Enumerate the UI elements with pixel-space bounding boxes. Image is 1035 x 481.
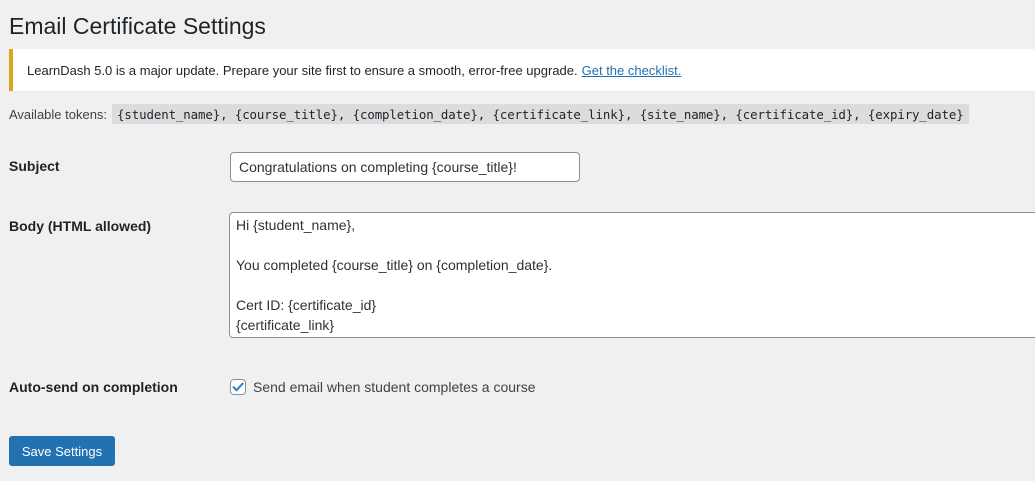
body-textarea[interactable]: Hi {student_name}, You completed {course… — [229, 212, 1035, 338]
token-certificate-id: {certificate_id}, — [735, 107, 861, 122]
checkmark-icon — [232, 382, 244, 392]
tokens-label: Available tokens: — [9, 106, 108, 122]
auto-send-label: Auto-send on completion — [9, 379, 178, 395]
auto-send-checkbox-label[interactable]: Send email when student completes a cour… — [253, 379, 536, 395]
token-certificate-link: {certificate_link}, — [492, 107, 633, 122]
body-label: Body (HTML allowed) — [9, 218, 152, 234]
token-course-title: {course_title}, — [234, 107, 346, 122]
auto-send-checkbox[interactable] — [230, 379, 246, 395]
token-completion-date: {completion_date}, — [352, 107, 486, 122]
update-notice: LearnDash 5.0 is a major update. Prepare… — [9, 49, 1035, 91]
tokens-list: {student_name}, {course_title}, {complet… — [112, 104, 969, 124]
subject-label: Subject — [9, 158, 60, 174]
page-title: Email Certificate Settings — [9, 13, 266, 39]
notice-text: LearnDash 5.0 is a major update. Prepare… — [27, 62, 578, 78]
available-tokens: Available tokens: {student_name}, {cours… — [9, 103, 969, 125]
token-student-name: {student_name}, — [117, 107, 228, 122]
subject-input[interactable] — [230, 152, 580, 182]
save-settings-button[interactable]: Save Settings — [9, 436, 115, 466]
checklist-link[interactable]: Get the checklist. — [582, 63, 682, 78]
auto-send-row: Send email when student completes a cour… — [230, 378, 536, 396]
token-expiry-date: {expiry_date} — [867, 107, 964, 122]
token-site-name: {site_name}, — [639, 107, 729, 122]
